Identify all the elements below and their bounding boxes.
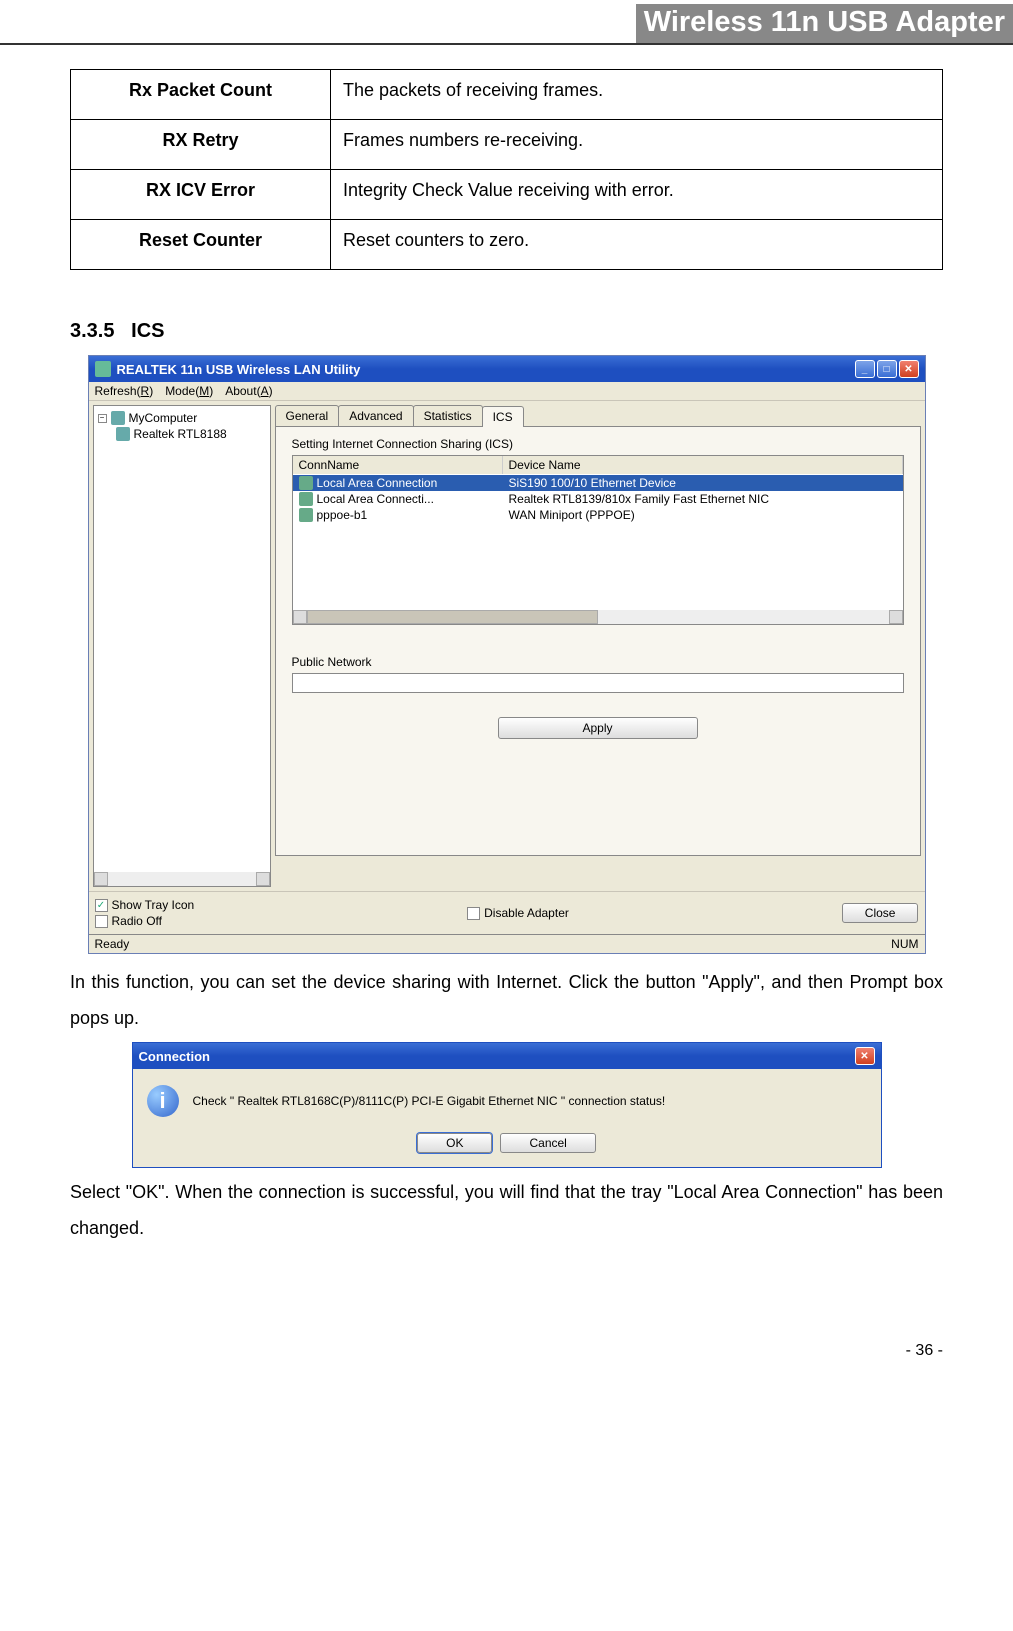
connection-listview: ConnName Device Name Local Area Connecti… <box>292 455 904 625</box>
connection-icon <box>299 508 313 522</box>
status-num: NUM <box>891 937 918 951</box>
public-network-label: Public Network <box>292 655 904 669</box>
menu-refresh[interactable]: Refresh(R) <box>95 384 154 398</box>
ok-button[interactable]: OK <box>417 1133 492 1153</box>
col-connname[interactable]: ConnName <box>293 456 503 474</box>
menu-about[interactable]: About(A) <box>225 384 272 398</box>
app-window: REALTEK 11n USB Wireless LAN Utility _ □… <box>88 355 926 954</box>
minimize-button[interactable]: _ <box>855 360 875 378</box>
body-paragraph-2: Select "OK". When the connection is succ… <box>70 1174 943 1246</box>
scroll-left-icon[interactable] <box>94 872 108 886</box>
checkbox-icon <box>467 907 480 920</box>
cancel-button[interactable]: Cancel <box>500 1133 595 1153</box>
def-label: Rx Packet Count <box>71 70 331 120</box>
conn-name: Local Area Connecti... <box>317 492 434 506</box>
device-icon <box>116 427 130 441</box>
scroll-right-icon[interactable] <box>256 872 270 886</box>
bottom-bar: ✓ Show Tray Icon Radio Off Disable Adapt… <box>89 891 925 934</box>
def-desc: Integrity Check Value receiving with err… <box>331 170 943 220</box>
tree-child[interactable]: Realtek RTL8188 <box>116 426 266 442</box>
scroll-track[interactable] <box>307 610 889 624</box>
statusbar: Ready NUM <box>89 934 925 953</box>
def-desc: Frames numbers re-receiving. <box>331 120 943 170</box>
tree-root-label: MyComputer <box>129 411 198 425</box>
tree-pane: − MyComputer Realtek RTL8188 <box>93 405 271 887</box>
tab-statistics[interactable]: Statistics <box>413 405 483 426</box>
conn-name: Local Area Connection <box>317 476 438 490</box>
listview-header: ConnName Device Name <box>293 456 903 474</box>
scroll-right-icon[interactable] <box>889 610 903 624</box>
page-number: - 36 - <box>0 1282 1013 1360</box>
show-tray-checkbox[interactable]: ✓ Show Tray Icon <box>95 898 195 912</box>
info-icon: i <box>147 1085 179 1117</box>
disable-adapter-label: Disable Adapter <box>484 906 569 920</box>
tree-collapse-icon[interactable]: − <box>98 414 107 423</box>
titlebar: REALTEK 11n USB Wireless LAN Utility _ □… <box>89 356 925 382</box>
menu-mode[interactable]: Mode(M) <box>165 384 213 398</box>
tab-advanced[interactable]: Advanced <box>338 405 413 426</box>
list-item[interactable]: Local Area Connecti... Realtek RTL8139/8… <box>293 491 903 507</box>
scroll-track[interactable] <box>108 872 256 886</box>
section-heading: 3.3.5 ICS <box>70 320 943 343</box>
device-name: Realtek RTL8139/810x Family Fast Etherne… <box>503 492 903 506</box>
apply-button[interactable]: Apply <box>498 717 698 739</box>
connection-icon <box>299 476 313 490</box>
tab-content: Setting Internet Connection Sharing (ICS… <box>275 426 921 856</box>
page-header: Wireless 11n USB Adapter <box>0 0 1013 45</box>
radio-off-label: Radio Off <box>112 914 162 928</box>
def-desc: The packets of receiving frames. <box>331 70 943 120</box>
checkbox-checked-icon: ✓ <box>95 899 108 912</box>
tree-child-label: Realtek RTL8188 <box>134 427 227 441</box>
section-number: 3.3.5 <box>70 320 114 342</box>
def-label: RX Retry <box>71 120 331 170</box>
table-row: Reset Counter Reset counters to zero. <box>71 220 943 270</box>
table-row: RX ICV Error Integrity Check Value recei… <box>71 170 943 220</box>
close-icon[interactable]: ✕ <box>855 1047 875 1065</box>
show-tray-label: Show Tray Icon <box>112 898 195 912</box>
device-name: WAN Miniport (PPPOE) <box>503 508 903 522</box>
connection-dialog: Connection ✕ i Check " Realtek RTL8168C(… <box>132 1042 882 1168</box>
computer-icon <box>111 411 125 425</box>
def-desc: Reset counters to zero. <box>331 220 943 270</box>
def-label: Reset Counter <box>71 220 331 270</box>
list-item[interactable]: Local Area Connection SiS190 100/10 Ethe… <box>293 475 903 491</box>
conn-name: pppoe-b1 <box>317 508 368 522</box>
menubar: Refresh(R) Mode(M) About(A) <box>89 382 925 401</box>
listview-scrollbar-h[interactable] <box>293 610 903 624</box>
dialog-message: Check " Realtek RTL8168C(P)/8111C(P) PCI… <box>193 1094 666 1108</box>
tab-general[interactable]: General <box>275 405 340 426</box>
section-title: ICS <box>131 320 164 342</box>
window-title: REALTEK 11n USB Wireless LAN Utility <box>117 362 361 377</box>
dialog-titlebar: Connection ✕ <box>133 1043 881 1069</box>
def-label: RX ICV Error <box>71 170 331 220</box>
definitions-table: Rx Packet Count The packets of receiving… <box>70 69 943 270</box>
close-icon[interactable]: ✕ <box>899 360 919 378</box>
list-item[interactable]: pppoe-b1 WAN Miniport (PPPOE) <box>293 507 903 523</box>
checkbox-icon <box>95 915 108 928</box>
public-network-box <box>292 673 904 693</box>
tab-ics[interactable]: ICS <box>482 406 524 427</box>
dialog-title: Connection <box>139 1049 211 1064</box>
col-devicename[interactable]: Device Name <box>503 456 903 474</box>
close-button[interactable]: Close <box>842 903 919 923</box>
maximize-button[interactable]: □ <box>877 360 897 378</box>
status-text: Ready <box>95 937 130 951</box>
device-name: SiS190 100/10 Ethernet Device <box>503 476 903 490</box>
connection-icon <box>299 492 313 506</box>
tree-root[interactable]: − MyComputer <box>98 410 266 426</box>
table-row: Rx Packet Count The packets of receiving… <box>71 70 943 120</box>
disable-adapter-checkbox[interactable]: Disable Adapter <box>467 906 569 920</box>
tree-scrollbar-h[interactable] <box>94 872 270 886</box>
table-row: RX Retry Frames numbers re-receiving. <box>71 120 943 170</box>
app-icon <box>95 361 111 377</box>
body-paragraph-1: In this function, you can set the device… <box>70 964 943 1036</box>
page-header-title: Wireless 11n USB Adapter <box>636 4 1013 43</box>
radio-off-checkbox[interactable]: Radio Off <box>95 914 195 928</box>
tab-row: General Advanced Statistics ICS <box>275 405 921 426</box>
scroll-thumb[interactable] <box>307 610 598 624</box>
ics-heading: Setting Internet Connection Sharing (ICS… <box>292 437 904 451</box>
scroll-left-icon[interactable] <box>293 610 307 624</box>
